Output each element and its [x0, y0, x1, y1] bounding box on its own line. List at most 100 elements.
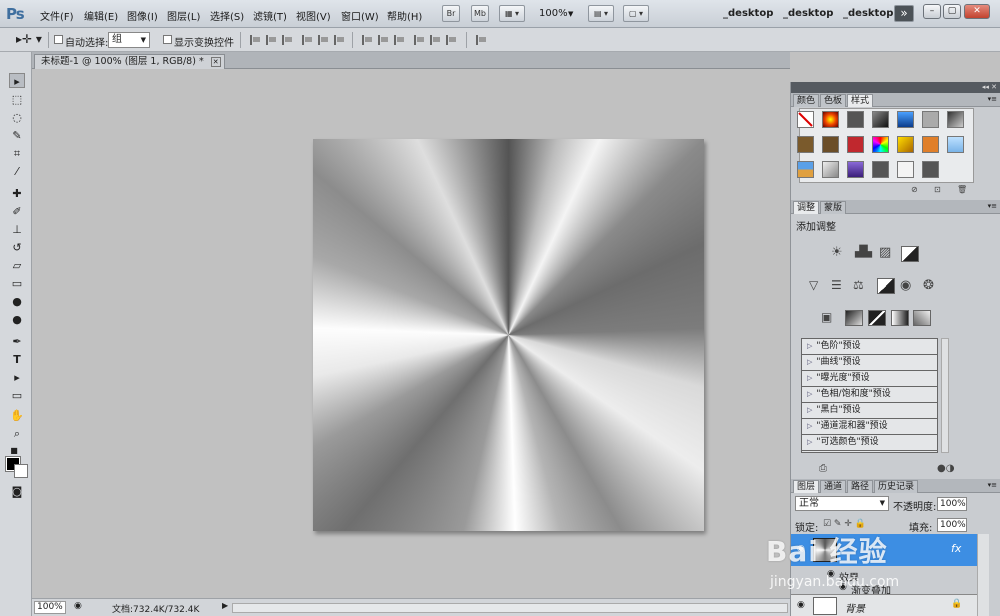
menu-select[interactable]: 选择(S): [210, 8, 244, 23]
curves-icon[interactable]: ▨: [879, 245, 891, 260]
gradient-map-icon[interactable]: [891, 310, 909, 326]
pen-tool-icon[interactable]: ✒: [9, 334, 25, 349]
align-vcenter-icon[interactable]: [266, 35, 277, 45]
menu-edit[interactable]: 编辑(E): [84, 8, 118, 23]
panel-menu-icon[interactable]: ▾≡: [988, 202, 997, 210]
minimize-button[interactable]: –: [923, 4, 941, 19]
gradient-tool-icon[interactable]: ▭: [9, 276, 25, 291]
tab-layers[interactable]: 图层: [793, 480, 820, 493]
tab-history[interactable]: 历史记录: [874, 480, 919, 493]
blend-mode-select[interactable]: 正常 ▼: [795, 496, 889, 511]
list-item[interactable]: ▷ "可选颜色"预设: [802, 435, 937, 451]
posterize-icon[interactable]: [845, 310, 863, 326]
align-bottom-icon[interactable]: [282, 35, 293, 45]
align-top-icon[interactable]: [250, 35, 261, 45]
exposure-icon[interactable]: [901, 246, 919, 262]
align-right-icon[interactable]: [334, 35, 345, 45]
lock-options-icon[interactable]: ☑ ✎ ✛ 🔒: [823, 519, 866, 529]
layer-row-background[interactable]: ◉ 背景 🔒: [791, 594, 977, 616]
eye-icon[interactable]: ◉: [797, 600, 805, 610]
chevron-right-icon[interactable]: ▶: [222, 601, 228, 610]
style-swatch[interactable]: [947, 111, 964, 128]
style-swatch[interactable]: [897, 136, 914, 153]
view-mode-icon[interactable]: ●◑: [937, 463, 954, 474]
canvas-area[interactable]: [32, 69, 790, 598]
path-select-tool-icon[interactable]: ▸: [9, 370, 25, 385]
dodge-tool-icon[interactable]: ●: [9, 312, 25, 327]
workspace-3[interactable]: _desktop: [843, 8, 893, 19]
zoom-input[interactable]: 100%: [34, 601, 66, 614]
distribute-top-icon[interactable]: [362, 35, 373, 45]
tab-paths[interactable]: 路径: [847, 480, 874, 493]
vibrance-icon[interactable]: ▽: [809, 278, 818, 292]
style-swatch[interactable]: [872, 161, 889, 178]
more-workspaces-button[interactable]: »: [894, 5, 914, 22]
list-item[interactable]: ▷ "通道混和器"预设: [802, 419, 937, 435]
style-swatch[interactable]: [797, 161, 814, 178]
selective-color-icon[interactable]: [913, 310, 931, 326]
distribute-bottom-icon[interactable]: [394, 35, 405, 45]
style-swatch[interactable]: [922, 161, 939, 178]
align-hcenter-icon[interactable]: [318, 35, 329, 45]
view-extras-button[interactable]: ▦ ▾: [499, 5, 525, 22]
channel-mixer-icon[interactable]: ❂: [923, 278, 934, 293]
workspace-2[interactable]: _desktop: [783, 8, 833, 19]
hue-saturation-icon[interactable]: ☰: [831, 278, 842, 292]
auto-select-target-select[interactable]: 组 ▼: [108, 32, 150, 48]
list-item[interactable]: ▷ "曝光度"预设: [802, 371, 937, 387]
default-colors-icon[interactable]: ■ ↰: [6, 443, 22, 470]
horizontal-scrollbar[interactable]: [232, 603, 788, 613]
auto-select-checkbox[interactable]: [54, 35, 63, 44]
shape-tool-icon[interactable]: ▭: [9, 388, 25, 403]
fx-icon[interactable]: fx: [951, 542, 961, 555]
clip-to-layer-icon[interactable]: ⎙: [819, 463, 827, 474]
clone-stamp-icon[interactable]: ⊥: [9, 222, 25, 237]
workspace-1[interactable]: _desktop: [723, 8, 773, 19]
distribute-hcenter-icon[interactable]: [430, 35, 441, 45]
move-tool-icon[interactable]: ▸✛ ▾: [16, 32, 42, 46]
menu-view[interactable]: 视图(V): [296, 8, 331, 23]
menu-layer[interactable]: 图层(L): [167, 8, 200, 23]
align-left-icon[interactable]: [302, 35, 313, 45]
style-swatch[interactable]: [897, 111, 914, 128]
close-window-button[interactable]: ✕: [964, 4, 990, 19]
opacity-input[interactable]: 100%: [937, 497, 967, 511]
panel-menu-icon[interactable]: ▾≡: [988, 95, 997, 103]
auto-align-icon[interactable]: [476, 35, 487, 45]
style-swatch[interactable]: [897, 161, 914, 178]
menu-filter[interactable]: 滤镜(T): [253, 8, 287, 23]
style-swatch[interactable]: [872, 111, 889, 128]
menu-file[interactable]: 文件(F): [40, 8, 74, 23]
menu-image[interactable]: 图像(I): [127, 8, 158, 23]
style-swatch[interactable]: [922, 111, 939, 128]
collapse-icon[interactable]: ◂◂ ✕: [982, 83, 997, 91]
hand-tool-icon[interactable]: ✋: [9, 408, 25, 423]
tab-swatches[interactable]: 色板: [820, 94, 847, 107]
arrange-documents-button[interactable]: ▤ ▾: [588, 5, 614, 22]
chevron-down-icon[interactable]: ▼: [568, 10, 573, 18]
brush-tool-icon[interactable]: ✐: [9, 204, 25, 219]
list-item[interactable]: ▷ "色相/饱和度"预设: [802, 387, 937, 403]
background-color-swatch[interactable]: [14, 464, 28, 478]
levels-icon[interactable]: ▟▙: [855, 245, 872, 258]
crop-tool-icon[interactable]: ⌗: [9, 146, 25, 161]
tab-channels[interactable]: 通道: [820, 480, 847, 493]
document-tab[interactable]: 未标题-1 @ 100% (图层 1, RGB/8) * ✕: [34, 54, 225, 69]
zoom-level-select[interactable]: 100%: [539, 8, 568, 19]
close-icon[interactable]: ✕: [210, 57, 221, 67]
status-icon[interactable]: ◉: [74, 601, 82, 611]
brightness-icon[interactable]: ☀: [831, 245, 843, 260]
list-item[interactable]: ▷ "曲线"预设: [802, 355, 937, 371]
photo-filter-icon[interactable]: ◉: [900, 278, 911, 293]
tab-styles[interactable]: 样式: [847, 94, 874, 107]
blur-tool-icon[interactable]: ●: [9, 294, 25, 309]
distribute-vcenter-icon[interactable]: [378, 35, 389, 45]
distribute-left-icon[interactable]: [414, 35, 425, 45]
layers-scrollbar[interactable]: [977, 534, 989, 616]
fill-input[interactable]: 100%: [937, 518, 967, 532]
tab-masks[interactable]: 蒙版: [820, 201, 847, 214]
document-canvas[interactable]: [313, 139, 704, 531]
style-swatch[interactable]: [822, 161, 839, 178]
maximize-button[interactable]: ▢: [943, 4, 961, 19]
invert-icon[interactable]: ▣: [821, 310, 832, 324]
